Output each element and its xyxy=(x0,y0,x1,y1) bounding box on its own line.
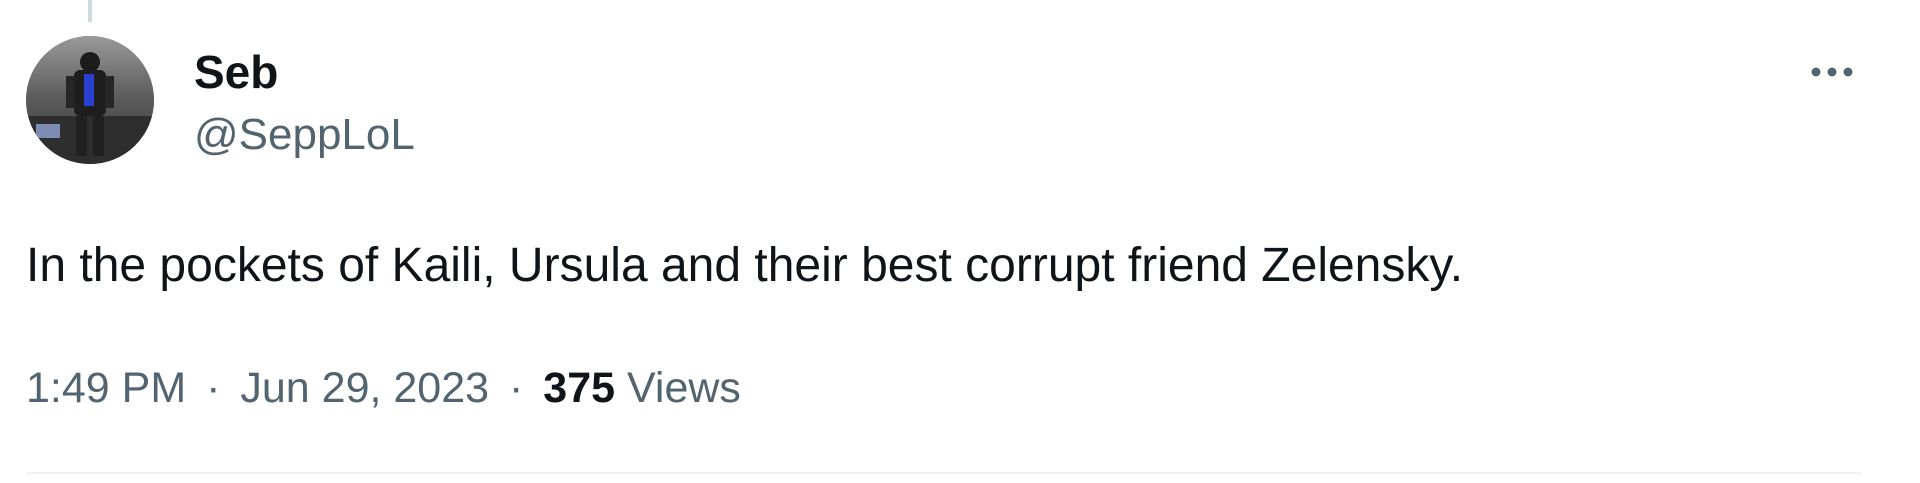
avatar[interactable] xyxy=(26,36,154,164)
thread-connector-line xyxy=(88,0,92,22)
more-options-button[interactable] xyxy=(1800,40,1864,104)
more-horizontal-icon xyxy=(1811,67,1853,77)
tweet-text: In the pockets of Kaili, Ursula and thei… xyxy=(26,239,1464,292)
views-count: 375 xyxy=(543,364,616,412)
meta-separator: · xyxy=(206,364,221,412)
meta-separator: · xyxy=(509,364,524,412)
tweet-detail: Seb @SeppLoL In the pockets of Kaili, Ur… xyxy=(0,0,1920,483)
tweet-date[interactable]: Jun 29, 2023 xyxy=(240,364,489,412)
tweet-metadata: 1:49 PM · Jun 29, 2023 · 375 Views xyxy=(26,360,741,416)
author-handle[interactable]: @SeppLoL xyxy=(194,108,415,162)
avatar-image xyxy=(26,36,154,164)
divider xyxy=(26,472,1862,474)
author-display-name[interactable]: Seb xyxy=(194,44,278,100)
views-label: Views xyxy=(626,364,741,412)
tweet-time[interactable]: 1:49 PM xyxy=(26,364,186,412)
